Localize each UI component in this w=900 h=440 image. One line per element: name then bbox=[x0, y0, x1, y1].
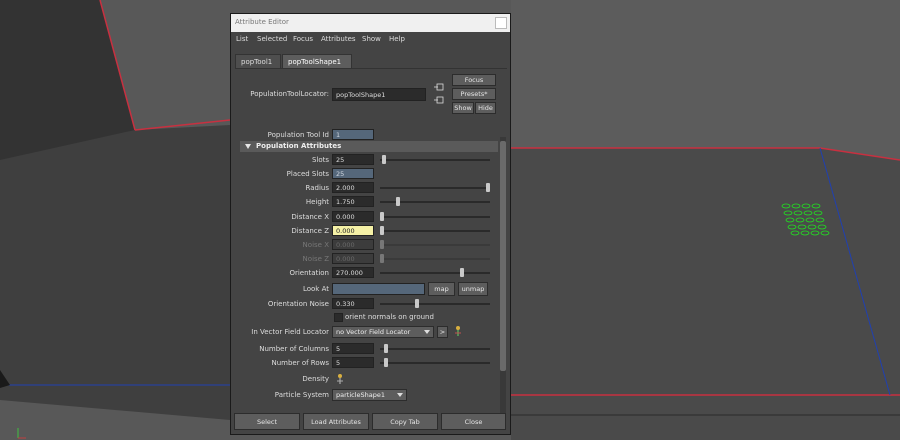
window-title: Attribute Editor bbox=[235, 18, 289, 26]
look-at-label: Look At bbox=[302, 285, 329, 293]
columns-slider[interactable] bbox=[380, 348, 490, 350]
height-field[interactable]: 1.750 bbox=[332, 196, 374, 207]
presets-button[interactable]: Presets* bbox=[452, 88, 496, 100]
slider-handle[interactable] bbox=[382, 155, 387, 164]
scrollbar-thumb[interactable] bbox=[500, 141, 506, 371]
population-attributes-section[interactable]: Population Attributes bbox=[240, 141, 498, 152]
distance-z-slider[interactable] bbox=[380, 230, 490, 232]
orientation-label: Orientation bbox=[289, 269, 329, 277]
load-attributes-button[interactable]: Load Attributes bbox=[303, 413, 369, 430]
distance-x-slider[interactable] bbox=[380, 216, 490, 218]
placed-slots-field: 25 bbox=[332, 168, 374, 179]
orientation-noise-label: Orientation Noise bbox=[267, 300, 329, 308]
slider-handle[interactable] bbox=[486, 183, 490, 192]
menu-attributes[interactable]: Attributes bbox=[321, 35, 356, 43]
orientation-noise-slider[interactable] bbox=[380, 303, 490, 305]
chevron-down-icon bbox=[397, 393, 403, 397]
slider-handle[interactable] bbox=[384, 358, 389, 367]
vertical-scrollbar[interactable] bbox=[500, 137, 506, 413]
title-bar[interactable]: Attribute Editor bbox=[231, 14, 510, 32]
menu-help[interactable]: Help bbox=[389, 35, 405, 43]
vector-field-locator-value: no Vector Field Locator bbox=[336, 328, 411, 336]
slider-handle[interactable] bbox=[380, 212, 384, 221]
window-close-button[interactable] bbox=[495, 17, 507, 29]
attribute-panel: PopulationToolLocator: popToolShape1 Foc… bbox=[235, 68, 507, 413]
close-button[interactable]: Close bbox=[441, 413, 506, 430]
unmap-button[interactable]: unmap bbox=[458, 282, 488, 296]
slider-handle bbox=[380, 254, 384, 263]
distance-z-label: Distance Z bbox=[291, 227, 329, 235]
slider-handle[interactable] bbox=[395, 197, 400, 206]
look-at-field[interactable] bbox=[332, 283, 425, 295]
rows-field[interactable]: 5 bbox=[332, 357, 374, 368]
locator-name-field[interactable]: popToolShape1 bbox=[332, 88, 426, 101]
placed-slots-label: Placed Slots bbox=[286, 170, 329, 178]
density-paint-icon[interactable] bbox=[335, 373, 345, 385]
noise-x-label: Noise X bbox=[302, 241, 329, 249]
focus-button[interactable]: Focus bbox=[452, 74, 496, 86]
hide-button[interactable]: Hide bbox=[475, 102, 496, 114]
particle-system-label: Particle System bbox=[274, 391, 329, 399]
distance-x-field[interactable]: 0.000 bbox=[332, 211, 374, 222]
section-title: Population Attributes bbox=[256, 142, 342, 150]
noise-z-label: Noise Z bbox=[302, 255, 329, 263]
copy-tab-button[interactable]: Copy Tab bbox=[372, 413, 438, 430]
chevron-down-icon bbox=[424, 330, 430, 334]
tool-id-label: Population Tool Id bbox=[267, 131, 329, 139]
radius-slider[interactable] bbox=[380, 187, 490, 189]
vector-field-locator-label: In Vector Field Locator bbox=[251, 328, 329, 336]
noise-x-field: 0.000 bbox=[332, 239, 374, 250]
particle-system-dropdown[interactable]: particleShape1 bbox=[332, 389, 407, 401]
slider-handle[interactable] bbox=[414, 299, 419, 308]
noise-x-slider bbox=[380, 244, 490, 246]
orientation-slider[interactable] bbox=[380, 272, 490, 274]
height-label: Height bbox=[305, 198, 329, 206]
menu-selected[interactable]: Selected bbox=[257, 35, 287, 43]
slots-field[interactable]: 25 bbox=[332, 154, 374, 165]
attribute-editor-window[interactable]: Attribute Editor List Selected Focus Att… bbox=[230, 13, 511, 435]
radius-field[interactable]: 2.000 bbox=[332, 182, 374, 193]
slots-label: Slots bbox=[311, 156, 329, 164]
map-button[interactable]: map bbox=[428, 282, 455, 296]
menu-show[interactable]: Show bbox=[362, 35, 381, 43]
columns-field[interactable]: 5 bbox=[332, 343, 374, 354]
density-label: Density bbox=[302, 375, 329, 383]
collapse-triangle-icon[interactable] bbox=[245, 144, 251, 149]
menu-list[interactable]: List bbox=[236, 35, 248, 43]
radius-label: Radius bbox=[305, 184, 329, 192]
paint-brush-icon[interactable] bbox=[452, 325, 464, 337]
slider-handle[interactable] bbox=[384, 344, 389, 353]
orient-normals-checkbox[interactable] bbox=[334, 313, 343, 322]
menu-focus[interactable]: Focus bbox=[293, 35, 313, 43]
distance-z-field[interactable]: 0.000 bbox=[332, 225, 374, 236]
select-node-icon[interactable] bbox=[434, 83, 444, 91]
vector-field-locator-dropdown[interactable]: no Vector Field Locator bbox=[332, 326, 434, 338]
slider-handle[interactable] bbox=[459, 268, 464, 277]
noise-z-slider bbox=[380, 258, 490, 260]
slider-handle bbox=[380, 240, 384, 249]
rows-slider[interactable] bbox=[380, 362, 490, 364]
remove-node-icon[interactable] bbox=[434, 96, 444, 104]
orientation-noise-field[interactable]: 0.330 bbox=[332, 298, 374, 309]
orient-normals-label: orient normals on ground bbox=[345, 313, 434, 321]
show-button[interactable]: Show bbox=[452, 102, 474, 114]
orientation-field[interactable]: 270.000 bbox=[332, 267, 374, 278]
particle-system-value: particleShape1 bbox=[336, 391, 386, 399]
vector-field-go-button[interactable]: > bbox=[437, 326, 448, 338]
distance-x-label: Distance X bbox=[291, 213, 329, 221]
menu-bar: List Selected Focus Attributes Show Help bbox=[231, 33, 510, 47]
rows-label: Number of Rows bbox=[271, 359, 329, 367]
tool-id-field: 1 bbox=[332, 129, 374, 140]
noise-z-field: 0.000 bbox=[332, 253, 374, 264]
slots-slider[interactable] bbox=[380, 159, 490, 161]
columns-label: Number of Columns bbox=[259, 345, 329, 353]
locator-label: PopulationToolLocator: bbox=[250, 90, 329, 98]
slider-handle[interactable] bbox=[380, 226, 384, 235]
select-button[interactable]: Select bbox=[234, 413, 300, 430]
